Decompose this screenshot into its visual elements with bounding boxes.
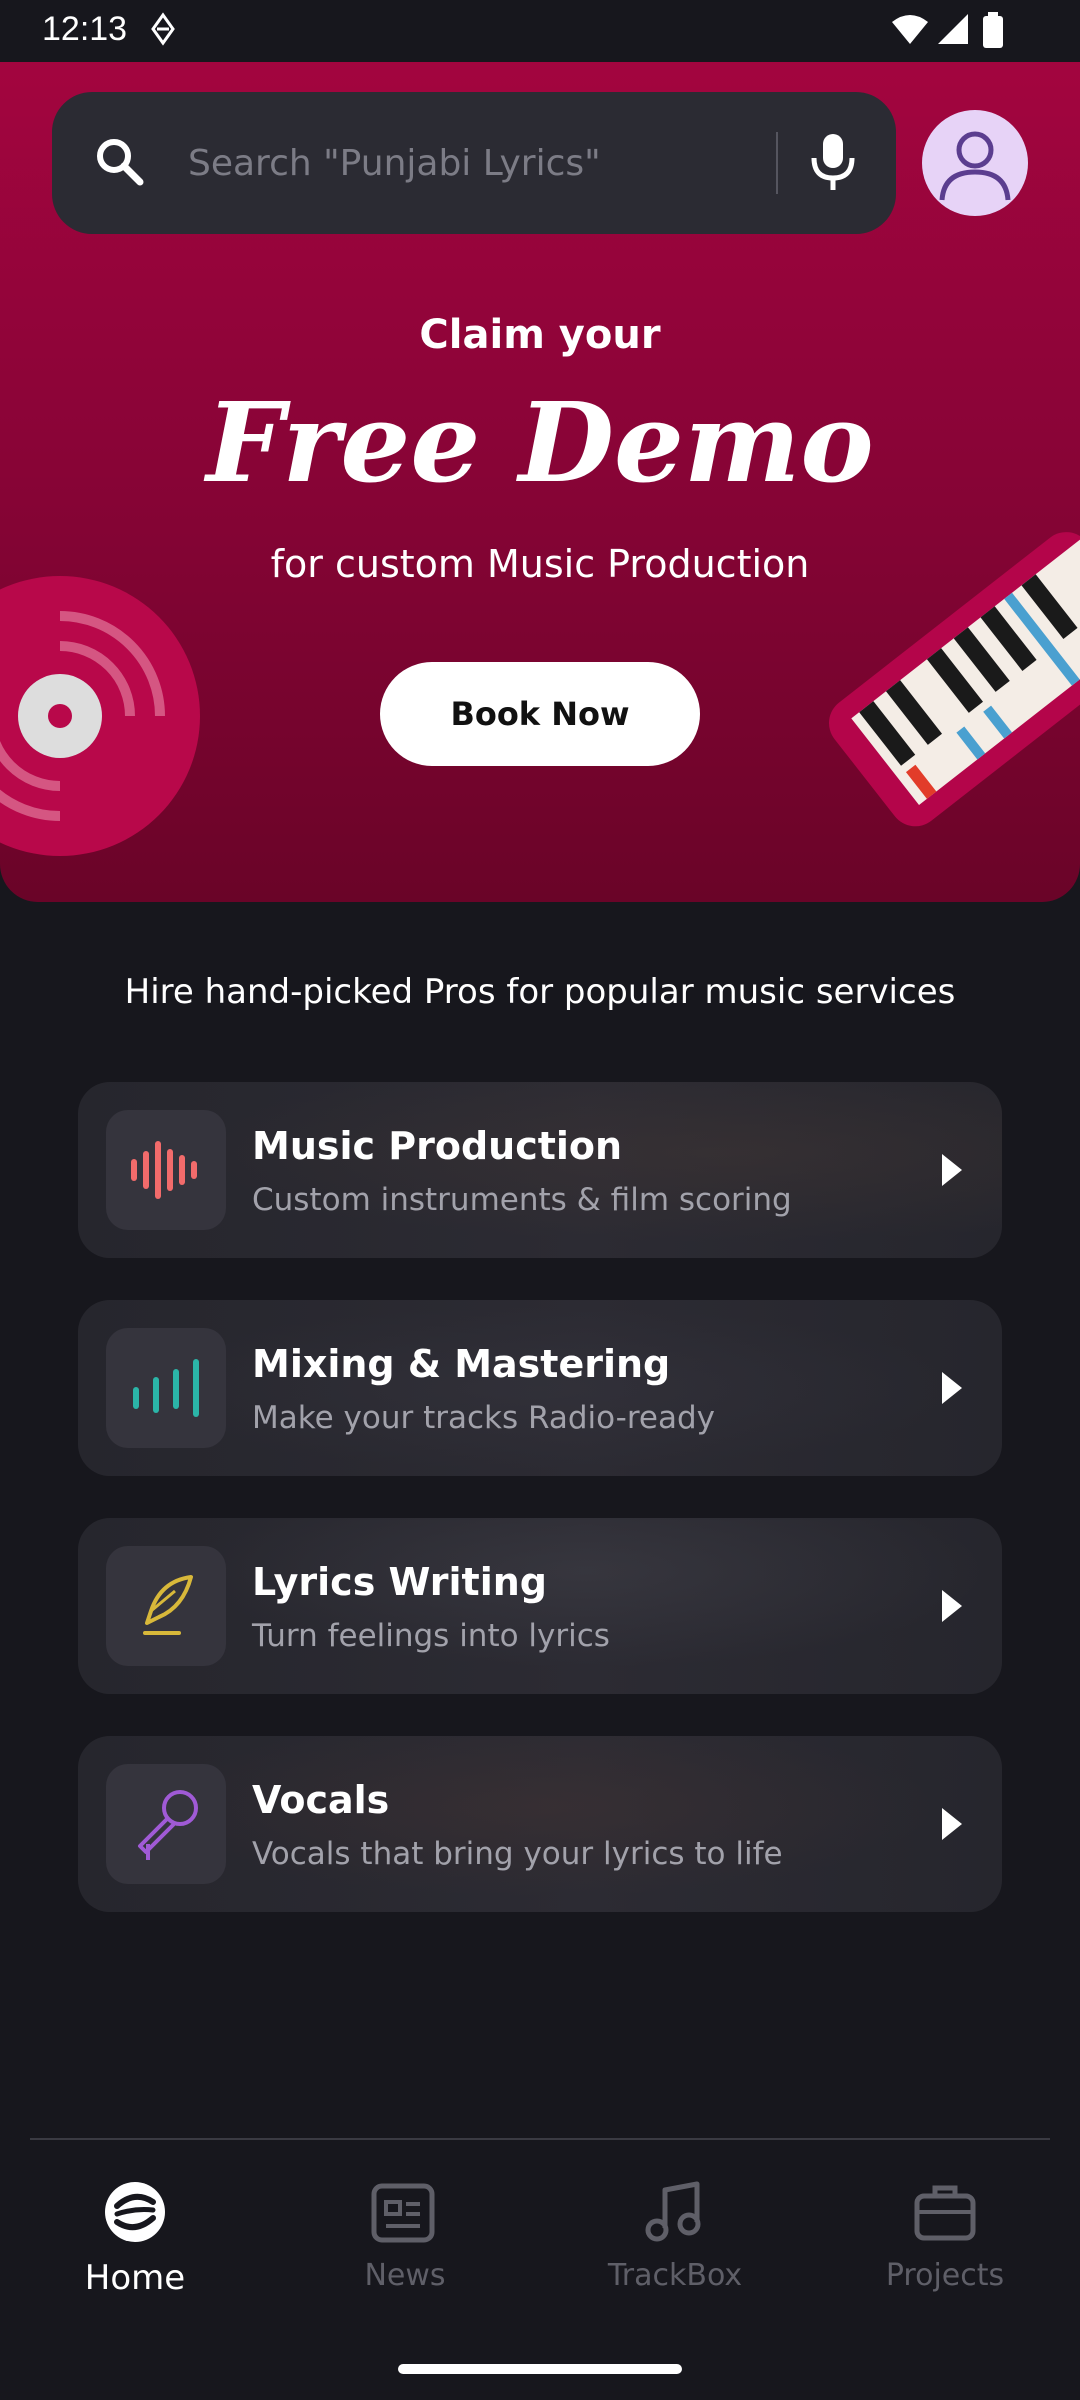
service-icon-box [106, 1546, 226, 1666]
quill-icon [143, 1575, 193, 1635]
chevron-right-icon [942, 1372, 962, 1404]
bottom-nav: Home News TrackBox Projects [0, 2140, 1080, 2400]
service-card-music-production[interactable]: Music Production Custom instruments & fi… [78, 1082, 1002, 1258]
data-saver-icon [151, 12, 175, 46]
book-now-button[interactable]: Book Now [380, 662, 700, 766]
nav-item-home[interactable]: Home [15, 2180, 255, 2298]
service-icon-box [106, 1328, 226, 1448]
claim-line: Claim your [419, 312, 661, 358]
search-icon[interactable] [90, 132, 150, 192]
chevron-right-icon [942, 1590, 962, 1622]
service-icon-box [106, 1764, 226, 1884]
nav-label: Projects [885, 2258, 1005, 2293]
service-card-lyrics-writing[interactable]: Lyrics Writing Turn feelings into lyrics [78, 1518, 1002, 1694]
service-subtitle: Turn feelings into lyrics [252, 1618, 610, 1654]
avatar[interactable] [922, 110, 1028, 216]
nav-label: News [364, 2258, 446, 2293]
nav-label: Home [84, 2258, 186, 2298]
wifi-icon [892, 15, 928, 44]
nav-item-projects[interactable]: Projects [825, 2180, 1065, 2293]
equalizer-icon [133, 1359, 199, 1417]
service-icon-box [106, 1110, 226, 1230]
service-title: Lyrics Writing [252, 1560, 548, 1604]
services-list: Music Production Custom instruments & fi… [78, 1082, 1002, 1954]
battery-icon [983, 12, 1003, 48]
news-icon [371, 2183, 435, 2243]
search-input[interactable] [188, 128, 808, 198]
chevron-right-icon [942, 1154, 962, 1186]
vinyl-record-icon [0, 576, 200, 856]
piano-keyboard-icon [828, 532, 1080, 827]
service-card-mixing-mastering[interactable]: Mixing & Mastering Make your tracks Radi… [78, 1300, 1002, 1476]
status-bar: 12:13 [0, 0, 1080, 62]
service-title: Mixing & Mastering [252, 1342, 671, 1386]
nav-item-trackbox[interactable]: TrackBox [555, 2180, 795, 2293]
nav-item-news[interactable]: News [285, 2180, 525, 2293]
search-bar[interactable] [52, 92, 896, 234]
cellular-signal-icon [938, 14, 968, 44]
home-indicator[interactable] [398, 2364, 682, 2374]
home-logo-icon [105, 2182, 165, 2242]
music-note-icon [645, 2181, 701, 2242]
user-avatar-icon [939, 131, 1011, 201]
nav-label: TrackBox [607, 2258, 743, 2293]
waveform-icon [131, 1141, 197, 1199]
service-subtitle: Custom instruments & film scoring [252, 1182, 792, 1218]
hero-headline: Free Demo [206, 378, 874, 507]
status-time: 12:13 [42, 10, 128, 48]
hero-banner: Claim your Free Demo for custom Music Pr… [0, 62, 1080, 902]
microphone-icon[interactable] [808, 128, 858, 198]
service-subtitle: Vocals that bring your lyrics to life [252, 1836, 783, 1872]
microphone-icon [138, 1790, 198, 1860]
service-title: Vocals [252, 1778, 390, 1822]
services-tagline: Hire hand-picked Pros for popular music … [124, 972, 956, 1012]
search-divider [776, 132, 778, 194]
service-card-vocals[interactable]: Vocals Vocals that bring your lyrics to … [78, 1736, 1002, 1912]
service-subtitle: Make your tracks Radio-ready [252, 1400, 716, 1436]
service-title: Music Production [252, 1124, 623, 1168]
briefcase-icon [914, 2185, 976, 2241]
chevron-right-icon [942, 1808, 962, 1840]
